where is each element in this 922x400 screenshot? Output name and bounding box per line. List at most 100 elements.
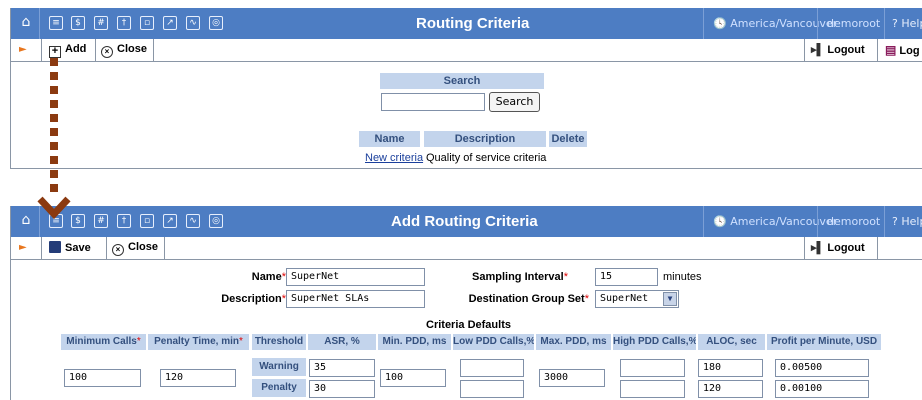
connector-dot: [50, 184, 58, 192]
connector-dot: [50, 142, 58, 150]
person-icon[interactable]: †: [117, 214, 131, 228]
dotted-connector: [50, 58, 58, 200]
penalty-profit-field[interactable]: 0.00100: [775, 380, 869, 398]
dollar-icon[interactable]: $: [71, 16, 85, 30]
criteria-defaults-title: Criteria Defaults: [426, 319, 511, 331]
column-header-penalty-time: Penalty Time, min*: [148, 334, 249, 350]
divider: [153, 39, 154, 61]
timezone-label: America/Vancouver: [730, 215, 838, 228]
close-label: Close: [117, 43, 147, 55]
destination-group-set-label: Destination Group Set*: [469, 293, 589, 305]
help-link[interactable]: ? Help: [892, 215, 922, 228]
divider: [703, 8, 704, 39]
divider: [884, 206, 885, 237]
required-marker: *: [136, 336, 141, 347]
search-input[interactable]: [381, 93, 485, 111]
route-icon[interactable]: ↗: [163, 214, 177, 228]
user-link[interactable]: demoroot: [827, 215, 880, 228]
help-link[interactable]: ? Help: [892, 17, 922, 30]
warning-profit-field[interactable]: 0.00500: [775, 359, 869, 377]
search-icon[interactable]: ◎: [209, 214, 223, 228]
timezone-link[interactable]: 🕓 America/Vancouver: [713, 17, 837, 30]
minimum-calls-field[interactable]: 100: [64, 369, 141, 387]
timezone-link[interactable]: 🕓 America/Vancouver: [713, 215, 837, 228]
help-label: Help: [901, 215, 922, 228]
min-pdd-field[interactable]: 100: [380, 369, 446, 387]
connector-arrowhead-icon: [37, 196, 71, 220]
description-label-text: Description: [221, 293, 282, 305]
connector-dot: [50, 58, 58, 66]
search-heading: Search: [380, 73, 544, 89]
required-marker: *: [584, 293, 589, 305]
column-header-delete: Delete: [549, 131, 587, 147]
name-field[interactable]: SuperNet: [286, 268, 425, 286]
divider: [41, 237, 42, 259]
threshold-penalty-label: Penalty: [252, 379, 306, 397]
divider: [39, 8, 40, 39]
play-arrow-icon: ►: [19, 44, 27, 55]
warning-low-pdd-field[interactable]: [460, 359, 524, 377]
column-header-description: Description: [424, 131, 546, 147]
logout-button[interactable]: ▸▌ Logout: [811, 43, 865, 56]
close-label: Close: [128, 241, 158, 253]
warning-high-pdd-field[interactable]: [620, 359, 685, 377]
penalty-high-pdd-field[interactable]: [620, 380, 685, 398]
column-header-minimum-calls: Minimum Calls*: [61, 334, 146, 350]
sampling-unit-label: minutes: [663, 271, 702, 283]
sampling-interval-field[interactable]: 15: [595, 268, 658, 286]
toolbar: ► + Add × Close ▸▌ Logout ▤ Log: [11, 39, 922, 62]
home-icon[interactable]: ⌂: [19, 15, 33, 29]
chart-icon[interactable]: ∿: [186, 16, 200, 30]
search-button[interactable]: Search: [489, 92, 540, 112]
route-icon[interactable]: ↗: [163, 16, 177, 30]
logout-icon: ▸▌: [811, 242, 825, 254]
grid-icon[interactable]: #: [94, 16, 108, 30]
close-button[interactable]: × Close: [101, 43, 147, 58]
column-header-aloc: ALOC, sec: [698, 334, 765, 350]
help-icon: ?: [892, 215, 898, 228]
warning-aloc-field[interactable]: 180: [698, 359, 763, 377]
divider: [817, 206, 818, 237]
add-button[interactable]: + Add: [49, 43, 86, 58]
column-header-asr: ASR, %: [308, 334, 376, 350]
column-header-name[interactable]: Name: [359, 131, 420, 147]
user-link[interactable]: demoroot: [827, 17, 880, 30]
penalty-time-field[interactable]: 120: [160, 369, 236, 387]
logout-button[interactable]: ▸▌ Logout: [811, 241, 865, 254]
search-icon[interactable]: ◎: [209, 16, 223, 30]
save-button[interactable]: Save: [49, 241, 91, 254]
person-icon[interactable]: †: [117, 16, 131, 30]
grid-icon[interactable]: #: [94, 214, 108, 228]
connector-dot: [50, 114, 58, 122]
add-label: Add: [65, 43, 87, 55]
split-icon[interactable]: ▫: [140, 16, 154, 30]
chevron-down-icon: ▼: [663, 292, 677, 306]
title-bar: ⌂ ≡ $ # † ▫ ↗ ∿ ◎ Add Routing Criteria 🕓…: [11, 206, 922, 237]
description-label: Description*: [221, 293, 286, 305]
warning-asr-field[interactable]: 35: [309, 359, 375, 377]
destination-group-set-select[interactable]: SuperNet ▼: [595, 290, 679, 308]
home-icon[interactable]: ⌂: [19, 213, 33, 227]
close-button[interactable]: × Close: [112, 241, 158, 256]
play-arrow-icon: ►: [19, 242, 27, 253]
column-header-low-pdd-calls: Low PDD Calls,%: [453, 334, 534, 350]
penalty-asr-field[interactable]: 30: [309, 380, 375, 398]
connector-dot: [50, 86, 58, 94]
list-icon[interactable]: ≡: [49, 16, 63, 30]
column-header-min-pdd: Min. PDD, ms: [378, 334, 451, 350]
penalty-low-pdd-field[interactable]: [460, 380, 524, 398]
chart-icon[interactable]: ∿: [186, 214, 200, 228]
criteria-name-link[interactable]: New criteria: [365, 152, 423, 164]
max-pdd-field[interactable]: 3000: [539, 369, 605, 387]
log-button[interactable]: ▤ Log: [885, 43, 920, 57]
logout-label: Logout: [827, 44, 865, 56]
penalty-aloc-field[interactable]: 120: [698, 380, 763, 398]
logout-label: Logout: [827, 242, 865, 254]
divider: [877, 237, 878, 259]
log-icon: ▤: [885, 43, 897, 57]
close-icon: ×: [101, 46, 113, 58]
split-icon[interactable]: ▫: [140, 214, 154, 228]
description-field[interactable]: SuperNet SLAs: [286, 290, 425, 308]
destination-selected-value: SuperNet: [600, 293, 649, 304]
dest-label-text: Destination Group Set: [468, 293, 585, 305]
